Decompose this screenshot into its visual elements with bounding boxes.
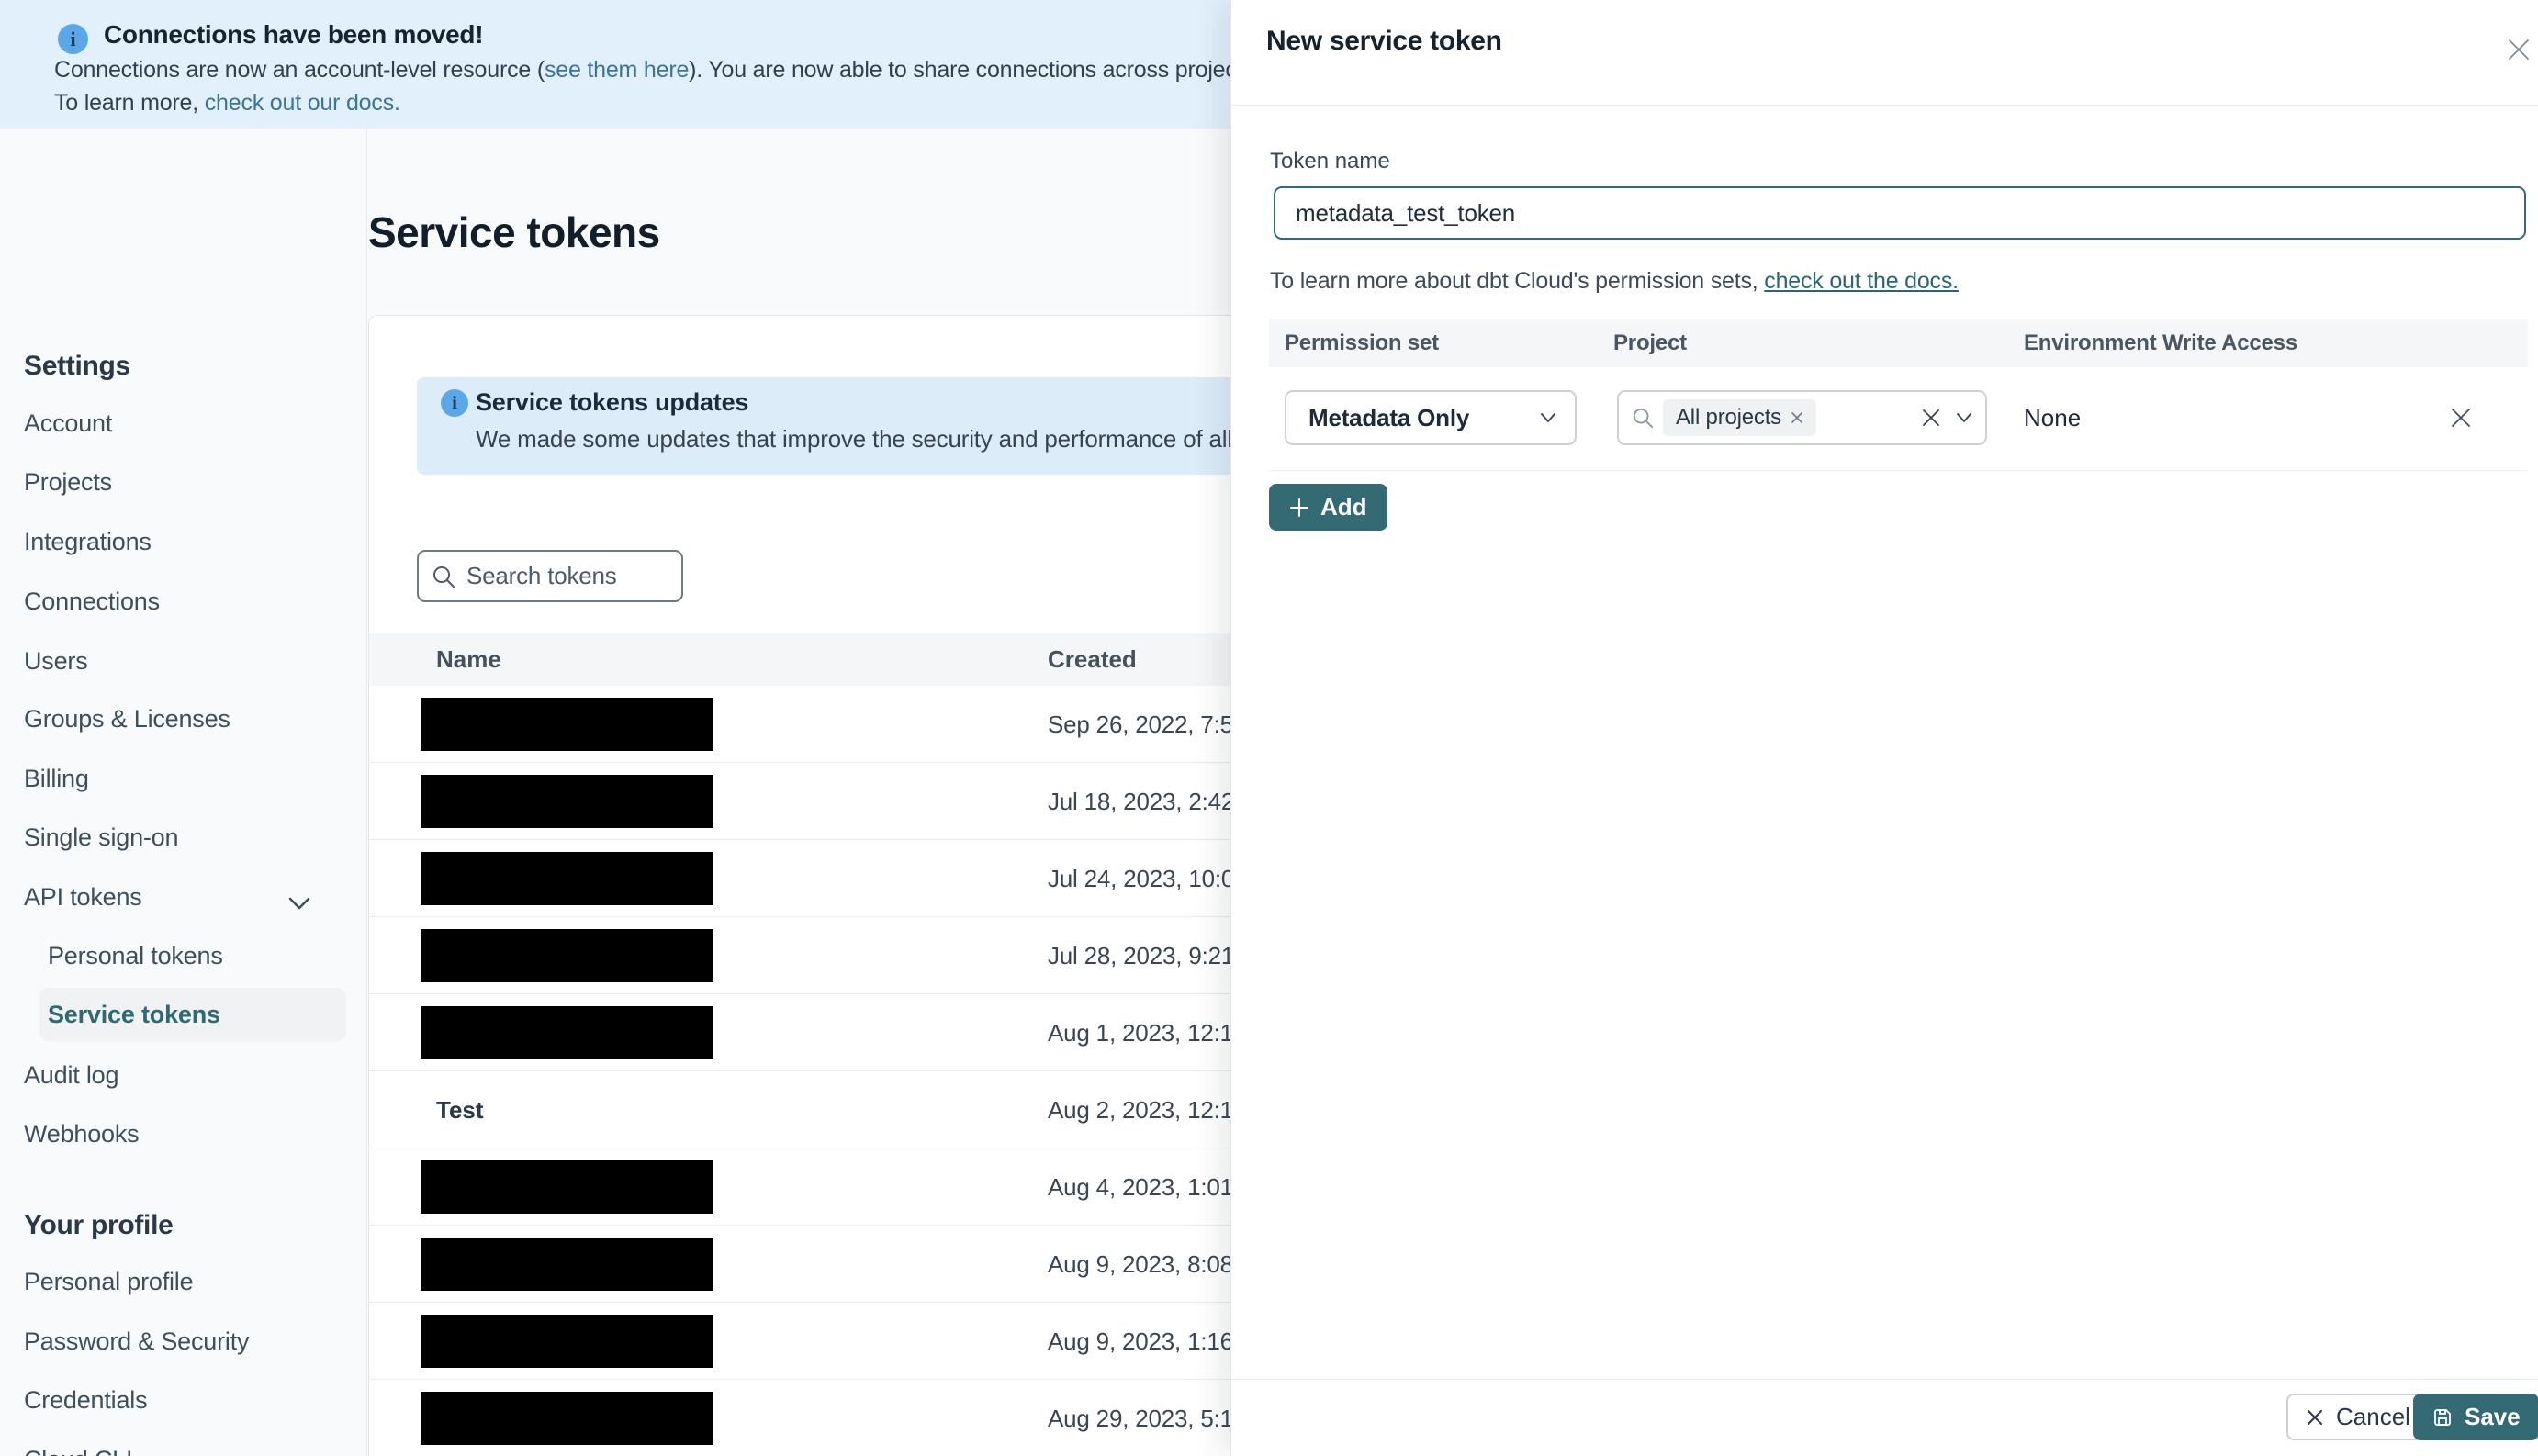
all-projects-chip[interactable]: All projects <box>1663 399 1816 436</box>
check-out-our-docs-link[interactable]: check out our docs. <box>205 90 400 116</box>
redacted-token-name <box>421 1315 713 1368</box>
search-icon <box>433 566 455 588</box>
sidebar-item-projects[interactable]: Projects <box>24 464 112 500</box>
sidebar-item-billing[interactable]: Billing <box>24 760 89 797</box>
redacted-token-name <box>421 775 713 828</box>
plus-icon <box>1290 498 1308 517</box>
chevron-down-icon[interactable] <box>288 896 310 911</box>
environment-write-access-value: None <box>2024 404 2082 431</box>
token-name: Test <box>436 1096 484 1124</box>
check-out-the-docs-link[interactable]: check out the docs. <box>1764 268 1959 294</box>
permission-table-header: Permission set Project Environment Write… <box>1269 319 2528 367</box>
redacted-token-name <box>421 852 713 905</box>
alert-title: Service tokens updates <box>476 388 749 416</box>
column-header-environment-write-access: Environment Write Access <box>2024 330 2297 355</box>
divider <box>1231 105 2538 106</box>
chevron-down-icon[interactable] <box>1956 412 1972 423</box>
settings-sidebar: Settings Account Projects Integrations C… <box>0 129 367 1456</box>
sidebar-item-cloud-cli[interactable]: Cloud CLI <box>24 1441 132 1456</box>
sidebar-heading-your-profile: Your profile <box>24 1210 174 1240</box>
sidebar-heading-settings: Settings <box>24 351 130 381</box>
page-title: Service tokens <box>368 208 660 256</box>
divider <box>1231 1379 2538 1380</box>
close-icon <box>2308 1409 2322 1425</box>
redacted-token-name <box>421 929 713 982</box>
project-multiselect[interactable]: All projects <box>1617 390 1987 445</box>
info-icon-glyph: i <box>452 392 457 413</box>
search-icon <box>1633 408 1654 429</box>
add-button-label: Add <box>1320 493 1367 521</box>
token-name-input[interactable] <box>1274 186 2526 240</box>
redacted-token-name <box>421 1160 713 1214</box>
cancel-button-label: Cancel <box>2336 1403 2410 1430</box>
chip-remove-icon[interactable] <box>1791 411 1803 424</box>
column-header-project: Project <box>1613 330 1687 355</box>
permission-set-select[interactable]: Metadata Only <box>1285 390 1577 445</box>
drawer-title: New service token <box>1266 26 1502 56</box>
redacted-token-name <box>421 1238 713 1291</box>
column-header-permission-set: Permission set <box>1285 330 1439 355</box>
close-icon[interactable] <box>2500 31 2537 68</box>
sidebar-item-single-sign-on[interactable]: Single sign-on <box>24 819 179 856</box>
banner-line-3: To learn more, check out our docs. <box>54 90 400 117</box>
sidebar-item-integrations[interactable]: Integrations <box>24 523 152 560</box>
save-icon <box>2434 1408 2451 1426</box>
save-button[interactable]: Save <box>2413 1394 2538 1440</box>
redacted-token-name <box>421 698 713 751</box>
app-root: i Connections have been moved! Connectio… <box>0 0 2538 1456</box>
info-icon: i <box>441 389 468 417</box>
column-header-created: Created <box>1048 645 1137 673</box>
see-them-here-link[interactable]: see them here <box>545 57 689 83</box>
sidebar-item-webhooks[interactable]: Webhooks <box>24 1115 140 1152</box>
token-name-label: Token name <box>1270 149 1390 174</box>
sidebar-item-credentials[interactable]: Credentials <box>24 1382 148 1418</box>
divider <box>1269 470 2528 471</box>
sidebar-item-audit-log[interactable]: Audit log <box>24 1057 118 1093</box>
chip-label: All projects <box>1676 405 1781 430</box>
sidebar-item-personal-tokens[interactable]: Personal tokens <box>48 937 223 974</box>
sidebar-item-users[interactable]: Users <box>24 643 88 679</box>
add-permission-button[interactable]: Add <box>1269 484 1387 531</box>
permission-helper-text: To learn more about dbt Cloud's permissi… <box>1270 268 1959 295</box>
redacted-token-name <box>421 1006 713 1059</box>
banner-text: Connections are now an account-level res… <box>54 57 545 83</box>
search-placeholder: Search tokens <box>466 562 617 589</box>
permission-set-value: Metadata Only <box>1308 403 1470 431</box>
info-icon-glyph: i <box>70 27 76 50</box>
sidebar-item-service-tokens[interactable]: Service tokens <box>48 996 220 1033</box>
helper-text: To learn more about dbt Cloud's permissi… <box>1270 268 1765 294</box>
chevron-down-icon <box>1541 413 1555 422</box>
save-button-label: Save <box>2465 1403 2521 1430</box>
sidebar-item-account[interactable]: Account <box>24 405 112 442</box>
sidebar-item-connections[interactable]: Connections <box>24 583 160 620</box>
redacted-token-name <box>421 1392 713 1445</box>
sidebar-item-api-tokens[interactable]: API tokens <box>24 879 142 915</box>
cancel-button[interactable]: Cancel <box>2286 1394 2429 1440</box>
clear-selection-icon[interactable] <box>1921 408 1941 428</box>
new-service-token-drawer: New service token Token name To learn mo… <box>1230 0 2538 1456</box>
column-header-name: Name <box>436 645 501 673</box>
remove-permission-row-icon[interactable] <box>2445 402 2476 433</box>
sidebar-item-password-security[interactable]: Password & Security <box>24 1323 249 1360</box>
banner-title: Connections have been moved! <box>104 20 484 49</box>
sidebar-item-personal-profile[interactable]: Personal profile <box>24 1263 194 1300</box>
info-icon: i <box>58 24 88 54</box>
sidebar-item-groups-licenses[interactable]: Groups & Licenses <box>24 700 230 737</box>
banner-text: To learn more, <box>54 90 205 116</box>
search-tokens-input[interactable]: Search tokens <box>417 550 683 602</box>
